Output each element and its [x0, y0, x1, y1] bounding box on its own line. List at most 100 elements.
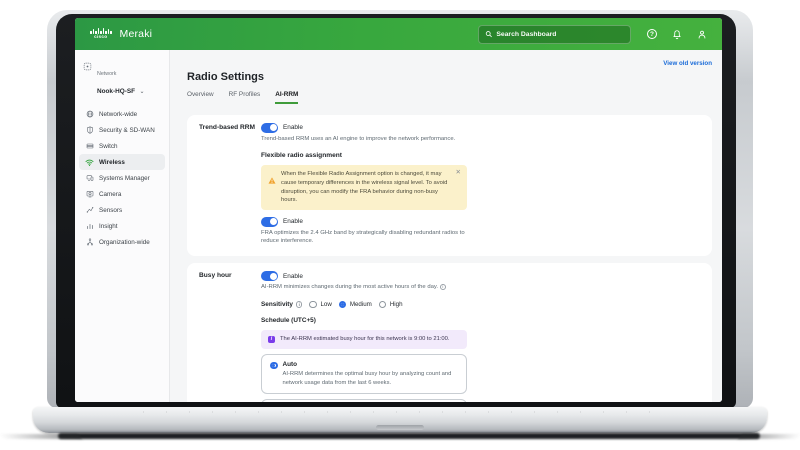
sensitivity-option-medium[interactable]: Medium [338, 300, 372, 309]
laptop-shadow-left [0, 434, 82, 439]
sidebar-item-label: Switch [99, 142, 118, 150]
notifications-bell-icon[interactable] [672, 29, 682, 40]
sensitivity-label: Sensitivity i [261, 300, 303, 308]
globe-icon [85, 110, 94, 119]
auto-option-description: AI-RRM determines the optimal busy hour … [282, 370, 452, 386]
fra-title: Flexible radio assignment [261, 152, 342, 160]
laptop-screen: cisco Meraki ? [75, 18, 722, 402]
sidebar-item-security-sdwan[interactable]: Security & SD-WAN [79, 122, 165, 138]
info-hint-icon[interactable]: i [295, 301, 303, 308]
busy-hour-description: AI-RRM minimizes changes during the most… [261, 283, 486, 292]
busy-hour-description-text: AI-RRM minimizes changes during the most… [261, 283, 439, 290]
radio-unchecked-icon [309, 300, 317, 309]
tab-overview[interactable]: Overview [187, 91, 214, 104]
fra-warning-banner: When the Flexible Radio Assignment optio… [261, 165, 467, 211]
view-old-version-link[interactable]: View old version [663, 60, 712, 67]
laptop-mockup: cisco Meraki ? [0, 0, 800, 450]
toggle-label: Enable [283, 124, 303, 132]
sidebar-item-organization-wide[interactable]: Organization-wide [79, 234, 165, 250]
tab-rf-profiles[interactable]: RF Profiles [229, 91, 261, 104]
switch-icon [85, 142, 94, 151]
help-icon[interactable]: ? [647, 29, 657, 39]
fra-enable-toggle[interactable] [261, 217, 278, 227]
search-box[interactable] [478, 24, 631, 44]
trend-rrm-label: Trend-based RRM [199, 124, 256, 131]
sidebar-item-switch[interactable]: Switch [79, 138, 165, 154]
radio-checked-icon [338, 300, 347, 309]
info-square-icon: i [268, 335, 275, 344]
close-icon[interactable]: ✕ [456, 170, 461, 177]
auto-option-label: Auto [282, 360, 298, 368]
sidebar-item-label: Camera [99, 190, 122, 198]
tab-bar: Overview RF Profiles AI-RRM [187, 91, 712, 104]
sidebar-item-wireless[interactable]: Wireless [79, 154, 165, 170]
laptop-keyboard-edge [143, 411, 657, 413]
busy-hour-enable-toggle[interactable] [261, 271, 278, 281]
laptop-base [33, 407, 767, 433]
cisco-meraki-logo[interactable]: cisco [90, 28, 112, 40]
sidebar-item-sensors[interactable]: Sensors [79, 202, 165, 218]
schedule-label: Schedule (UTC+5) [261, 317, 316, 325]
laptop-shadow-right [738, 434, 800, 439]
toggle-label: Enable [283, 218, 303, 226]
network-label: Network [97, 71, 117, 77]
chevron-down-icon: ⌄ [139, 89, 145, 95]
radio-label: Low [320, 300, 332, 308]
sensitivity-label-text: Sensitivity [261, 300, 293, 308]
sidebar-item-network-wide[interactable]: Network-wide [79, 106, 165, 122]
bar-chart-icon [85, 222, 94, 231]
sensitivity-option-high[interactable]: High [378, 300, 403, 309]
sensitivity-option-low[interactable]: Low [309, 300, 332, 309]
sidebar-item-insight[interactable]: Insight [79, 218, 165, 234]
warning-triangle-icon [268, 171, 276, 205]
fra-description: FRA optimizes the 2.4 GHz band by strate… [261, 229, 465, 245]
network-selector[interactable]: Network Nook-HQ-SF ⌄ [75, 60, 169, 106]
sidebar-item-label: Insight [99, 222, 118, 230]
cisco-wordmark: cisco [94, 34, 108, 40]
search-input[interactable] [496, 30, 624, 38]
network-name: Nook-HQ-SF [97, 88, 135, 95]
trend-based-rrm-card: Trend-based RRM Enable Trend-based RRM u… [187, 115, 712, 257]
laptop-lid-notch [376, 425, 424, 430]
busy-hour-card: Busy hour Enable AI-RRM minimizes change… [187, 263, 712, 402]
search-icon [485, 31, 492, 38]
toggle-label: Enable [283, 272, 303, 280]
sidebar-item-label: Organization-wide [99, 238, 150, 246]
wifi-icon [85, 158, 94, 167]
sidebar-item-label: Security & SD-WAN [99, 126, 155, 134]
sidebar-item-label: Sensors [99, 206, 123, 214]
radio-label: High [389, 300, 403, 308]
sidebar-item-systems-manager[interactable]: Systems Manager [79, 170, 165, 186]
top-navbar: cisco Meraki ? [75, 18, 722, 50]
schedule-option-manual[interactable]: Manual [261, 399, 467, 402]
trend-rrm-description: Trend-based RRM uses an AI engine to imp… [261, 135, 456, 142]
schedule-option-auto[interactable]: Auto AI-RRM determines the optimal busy … [261, 353, 467, 395]
sidebar-item-label: Systems Manager [99, 174, 150, 182]
sidebar-item-label: Wireless [99, 158, 125, 166]
organization-icon [85, 238, 94, 247]
trend-rrm-enable-toggle[interactable] [261, 123, 278, 133]
sensors-icon [85, 206, 94, 215]
main-content: View old version Radio Settings Overview… [170, 50, 722, 402]
busy-hour-info-banner: i The AI-RRM estimated busy hour for thi… [261, 330, 467, 349]
meraki-wordmark: Meraki [119, 28, 153, 40]
laptop-shadow [58, 433, 760, 439]
sidebar-item-label: Network-wide [99, 110, 138, 118]
info-hint-icon[interactable]: i [439, 284, 447, 291]
sidebar-nav: Network Nook-HQ-SF ⌄ Network-wide Securi… [75, 50, 170, 402]
shield-icon [85, 126, 94, 135]
page-title: Radio Settings [187, 71, 265, 83]
sensitivity-row: Sensitivity i Low Medium High [261, 300, 700, 309]
radio-unchecked-icon [378, 300, 387, 309]
network-selector-icon [83, 62, 92, 71]
user-profile-icon[interactable] [697, 29, 707, 40]
radio-checked-icon [270, 361, 278, 370]
tab-ai-rrm[interactable]: AI-RRM [275, 91, 299, 104]
camera-icon [85, 190, 94, 199]
sidebar-item-camera[interactable]: Camera [79, 186, 165, 202]
laptop-shell: cisco Meraki ? [47, 10, 753, 408]
busy-hour-info-text: The AI-RRM estimated busy hour for this … [280, 336, 450, 343]
devices-icon [85, 174, 94, 183]
radio-label: Medium [349, 300, 372, 308]
busy-hour-label: Busy hour [199, 272, 232, 280]
